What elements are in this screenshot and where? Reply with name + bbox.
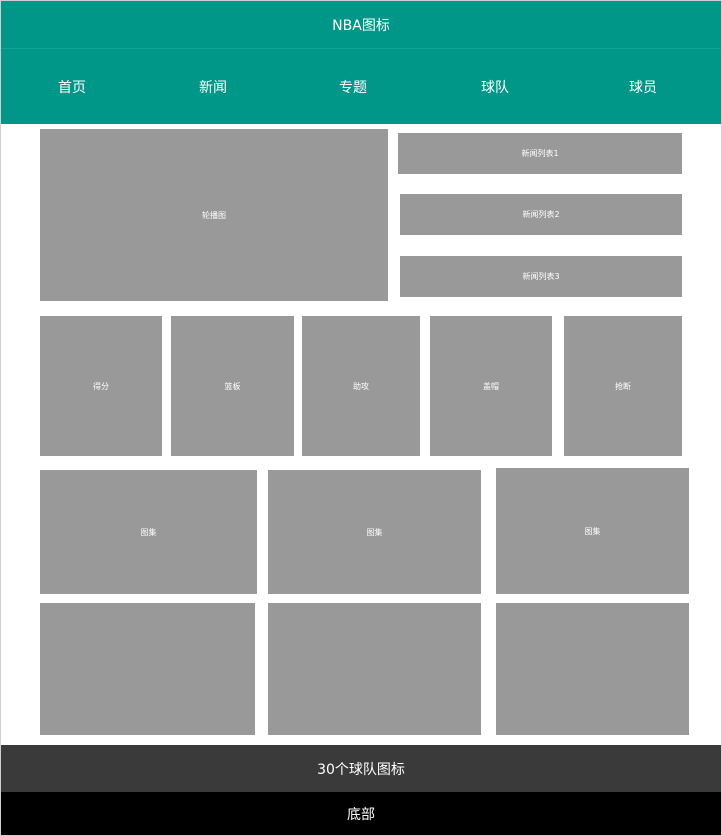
nav-item-news[interactable]: 新闻 <box>142 49 284 125</box>
stat-label: 盖帽 <box>483 381 499 391</box>
stat-card-steals[interactable]: 抢断 <box>564 316 682 456</box>
gallery-item-5[interactable] <box>268 603 481 735</box>
main-nav: 首页 新闻 专题 球队 球员 <box>1 48 721 124</box>
news-list-label: 新闻列表1 <box>521 149 559 158</box>
stat-card-rebounds[interactable]: 篮板 <box>171 316 294 456</box>
stat-label: 抢断 <box>615 381 631 391</box>
carousel[interactable]: 轮播图 <box>40 129 388 301</box>
stat-label: 篮板 <box>224 381 241 391</box>
gallery-item-4[interactable] <box>40 603 255 735</box>
gallery-label: 图集 <box>140 527 157 537</box>
gallery-item-2[interactable]: 图集 <box>268 470 481 594</box>
stat-label: 得分 <box>93 381 109 391</box>
teams-band-label: 30个球队图标 <box>317 761 405 778</box>
stat-card-points[interactable]: 得分 <box>40 316 162 456</box>
gallery-item-1[interactable]: 图集 <box>40 470 257 594</box>
news-list-item-3[interactable]: 新闻列表3 <box>400 256 682 297</box>
gallery-label: 图集 <box>584 526 601 536</box>
stat-card-blocks[interactable]: 盖帽 <box>430 316 552 456</box>
news-list-item-1[interactable]: 新闻列表1 <box>398 133 682 174</box>
page-header: NBA图标 <box>1 1 721 48</box>
nav-item-topics[interactable]: 专题 <box>282 49 424 125</box>
page-title: NBA图标 <box>332 17 390 34</box>
gallery-item-6[interactable] <box>496 603 689 735</box>
news-list-label: 新闻列表2 <box>522 210 560 219</box>
nav-item-teams[interactable]: 球队 <box>424 49 566 125</box>
page-footer: 底部 <box>1 792 721 835</box>
footer-label: 底部 <box>347 806 375 823</box>
teams-icons-band[interactable]: 30个球队图标 <box>1 745 721 792</box>
news-list-item-2[interactable]: 新闻列表2 <box>400 194 682 235</box>
stat-label: 助攻 <box>353 381 369 391</box>
news-list-label: 新闻列表3 <box>522 272 560 281</box>
gallery-label: 图集 <box>366 527 383 537</box>
nav-item-players[interactable]: 球员 <box>572 49 714 125</box>
carousel-label: 轮播图 <box>202 210 226 220</box>
stat-card-assists[interactable]: 助攻 <box>302 316 420 456</box>
gallery-item-3[interactable]: 图集 <box>496 468 689 594</box>
nav-item-home[interactable]: 首页 <box>1 49 143 125</box>
